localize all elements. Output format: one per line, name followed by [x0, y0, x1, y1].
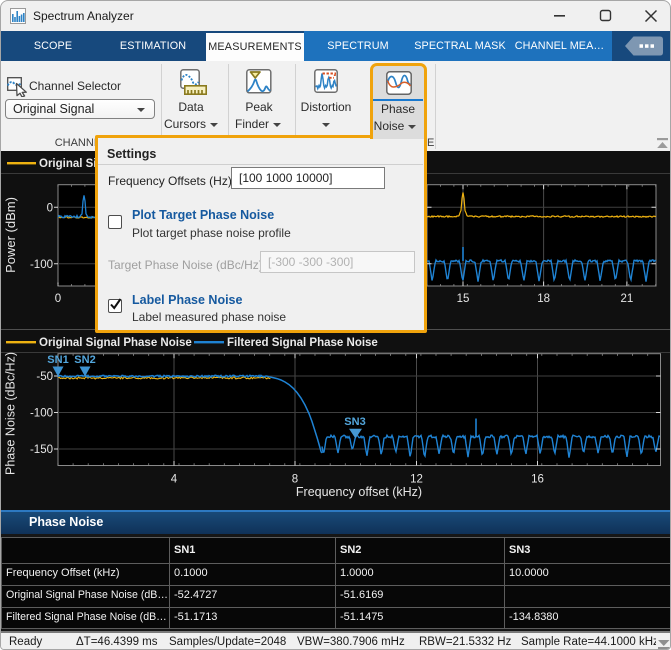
svg-text:Original Signal Phase Noise: Original Signal Phase Noise	[39, 337, 192, 349]
svg-text:-100: -100	[30, 408, 53, 420]
svg-text:21: 21	[621, 293, 634, 305]
svg-text:12: 12	[410, 474, 423, 486]
svg-text:0: 0	[47, 202, 53, 214]
svg-text:-150: -150	[30, 444, 53, 456]
svg-text:SN2: SN2	[74, 354, 95, 366]
svg-text:8: 8	[292, 474, 298, 486]
svg-text:SN3: SN3	[344, 416, 365, 428]
svg-text:Power (dBm): Power (dBm)	[3, 197, 18, 273]
svg-text:4: 4	[171, 474, 178, 486]
svg-text:0: 0	[55, 293, 61, 305]
svg-text:18: 18	[537, 293, 550, 305]
svg-text:15: 15	[457, 293, 470, 305]
svg-text:16: 16	[531, 474, 544, 486]
svg-text:Phase Noise (dBc/Hz): Phase Noise (dBc/Hz)	[4, 352, 18, 475]
svg-text:Filtered Signal Phase Noise: Filtered Signal Phase Noise	[227, 337, 378, 349]
svg-text:-50: -50	[36, 371, 53, 383]
svg-text:SN1: SN1	[47, 354, 68, 366]
svg-text:-100: -100	[30, 259, 53, 271]
svg-text:Frequency offset (kHz): Frequency offset (kHz)	[296, 485, 422, 499]
